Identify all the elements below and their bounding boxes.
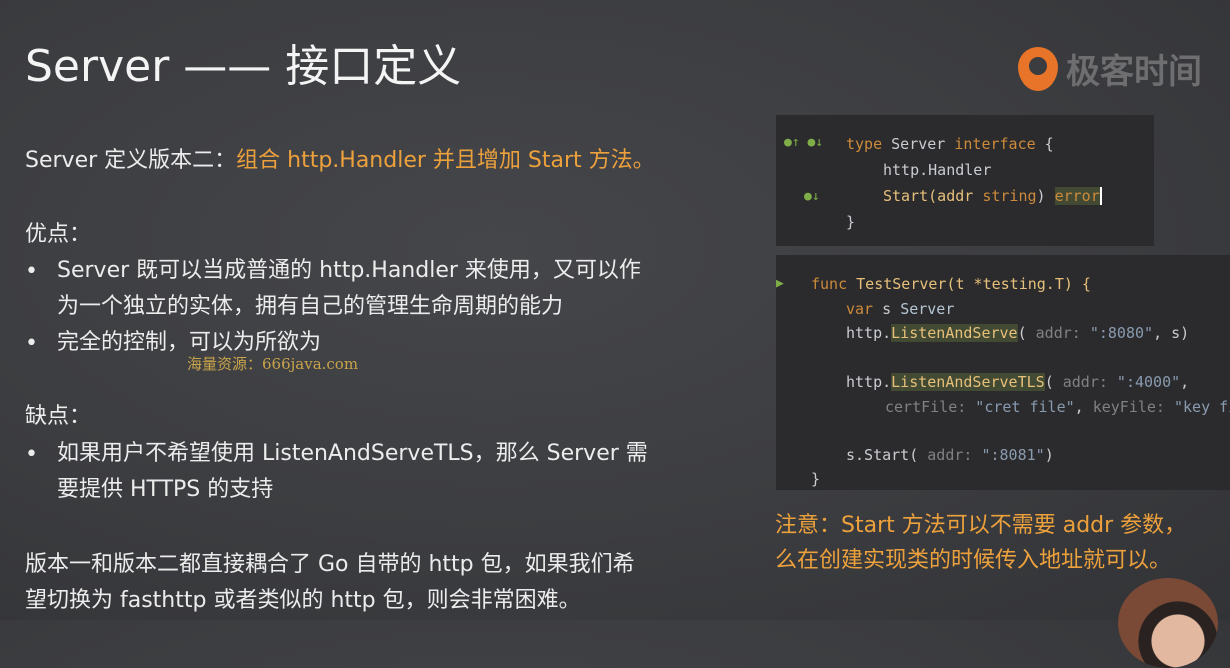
conclusion-line: 版本一和版本二都直接耦合了 Go 自带的 http 包，如果我们希 (25, 552, 635, 577)
code-line: } (846, 213, 856, 231)
watermark: 海量资源：666java.com (187, 355, 359, 373)
code-line: Start(addr string) error (883, 187, 1102, 205)
intro-prefix: Server 定义版本二： (25, 148, 237, 173)
code-line: type Server interface { (846, 135, 1054, 153)
pros-item: Server 既可以当成普通的 http.Handler 来使用，又可以作 (57, 258, 641, 283)
code-line: http.ListenAndServe( addr: ":8080", s) (846, 324, 1190, 342)
note-line: 注意：Start 方法可以不需要 addr 参数， (775, 513, 1187, 538)
code-line: s.Start( addr: ":8081") (846, 446, 1054, 464)
code-line: certFile: "cret file", keyFile: "key fil (885, 398, 1230, 416)
pros-heading: 优点： (25, 222, 92, 247)
slide-title: Server —— 接口定义 (25, 41, 462, 92)
run-icon[interactable]: ▶ (776, 276, 784, 291)
intro: Server 定义版本二：组合 http.Handler 并且增加 Start … (25, 143, 655, 179)
code-line: } (811, 470, 821, 488)
code-line: func TestServer(t *testing.T) { (811, 275, 1091, 293)
bullet: • (25, 331, 38, 356)
code-line: http.Handler (883, 161, 992, 179)
code-block-interface: ●↑ ●↓ ●↓ type Server interface { http.Ha… (776, 115, 1154, 246)
implementations-gutter-icon[interactable]: ●↑ ●↓ (784, 135, 823, 150)
presenter-avatar (1118, 578, 1218, 668)
note-line: 么在创建实现类的时候传入地址就可以。 (775, 548, 1172, 573)
code-line: var s Server (846, 300, 955, 318)
geektime-logo: 极客时间 (1018, 44, 1202, 93)
implements-gutter-icon[interactable]: ●↓ (804, 189, 820, 204)
bullet: • (25, 442, 38, 467)
cons-heading: 缺点： (25, 404, 92, 429)
code-line: http.ListenAndServeTLS( addr: ":4000", (846, 373, 1190, 391)
cons-item-cont: 要提供 HTTPS 的支持 (57, 477, 274, 502)
code-block-test: ▶ func TestServer(t *testing.T) { var s … (776, 255, 1230, 490)
intro-highlight: 组合 http.Handler 并且增加 Start 方法。 (236, 148, 655, 173)
logo-icon (1018, 46, 1058, 91)
conclusion-line: 望切换为 fasthttp 或者类似的 http 包，则会非常困难。 (25, 588, 581, 613)
cons-item: 如果用户不希望使用 ListenAndServeTLS，那么 Server 需 (57, 441, 648, 466)
pros-item-cont: 为一个独立的实体，拥有自己的管理生命周期的能力 (57, 294, 564, 319)
bullet: • (25, 259, 38, 284)
logo-text: 极客时间 (1066, 52, 1202, 92)
